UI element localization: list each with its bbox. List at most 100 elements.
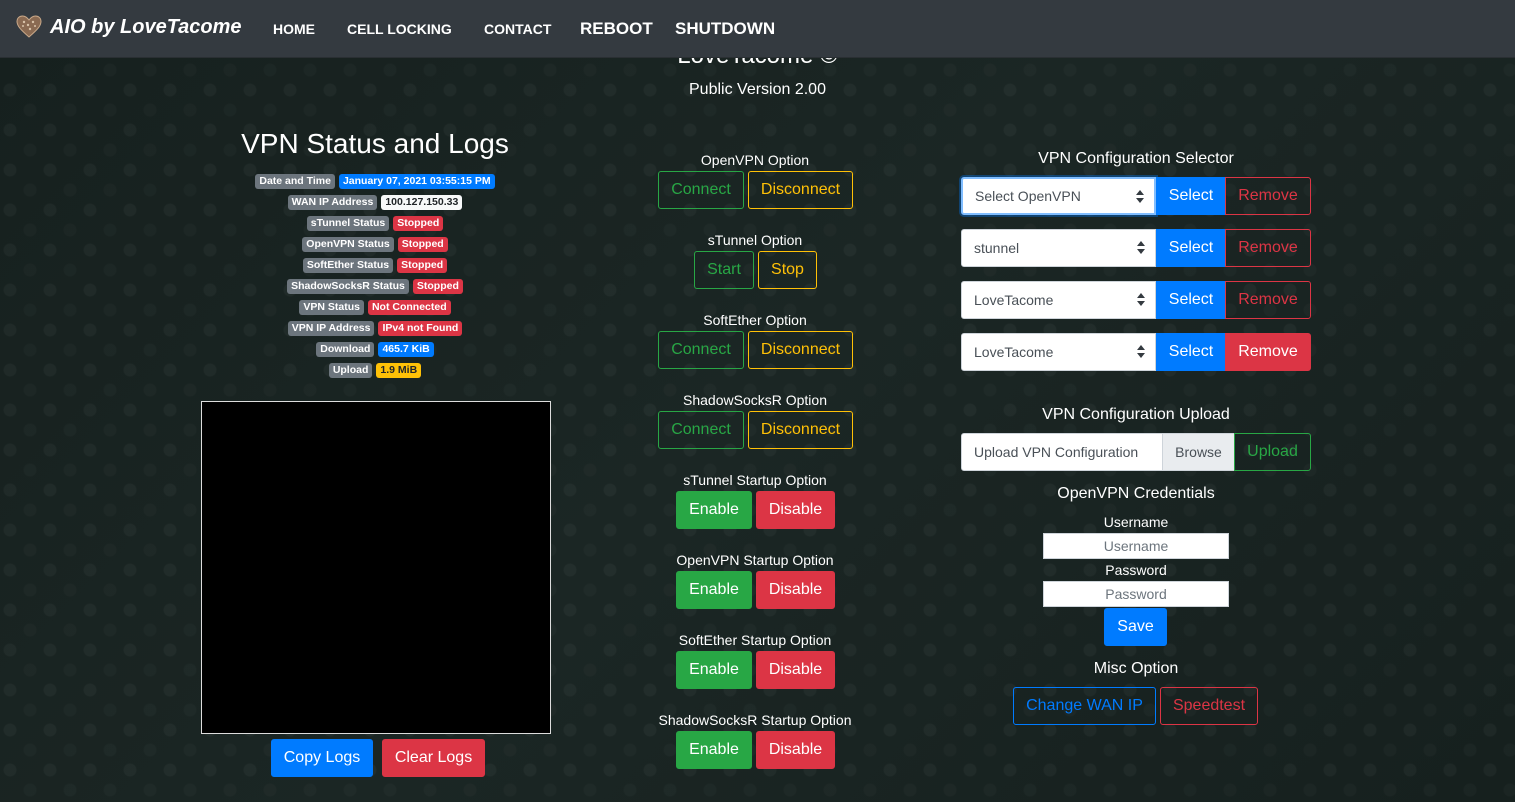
openvpn-startup-disable-button[interactable]: Disable (756, 571, 835, 609)
shadowsocksr-option-label: ShadowSocksR Option (683, 392, 827, 408)
nav-shutdown[interactable]: SHUTDOWN (675, 0, 775, 58)
status-value: 465.7 KiB (378, 342, 434, 357)
openvpn-connect-button[interactable]: Connect (658, 171, 744, 209)
heart-logo-icon (16, 15, 42, 38)
select-shadowsocksr-button[interactable]: Select (1156, 333, 1226, 371)
speedtest-button[interactable]: Speedtest (1160, 687, 1258, 725)
status-value: 100.127.150.33 (381, 195, 463, 210)
log-textarea[interactable] (201, 401, 551, 734)
status-row-softether: SoftEther Status Stopped (200, 258, 550, 273)
select-value: LoveTacome (974, 344, 1054, 360)
status-label: Date and Time (255, 174, 335, 189)
config-select-shadowsocksr[interactable]: LoveTacome (961, 333, 1156, 371)
shadowsocksr-connect-button[interactable]: Connect (658, 411, 744, 449)
select-value: LoveTacome (974, 292, 1054, 308)
password-label: Password (1105, 562, 1167, 578)
openvpn-disconnect-button[interactable]: Disconnect (748, 171, 853, 209)
config-select-openvpn[interactable]: Select OpenVPN (961, 177, 1156, 215)
copy-logs-button[interactable]: Copy Logs (271, 739, 373, 777)
openvpn-startup-enable-button[interactable]: Enable (676, 571, 752, 609)
softether-startup-disable-button[interactable]: Disable (756, 651, 835, 689)
status-label: VPN IP Address (287, 321, 375, 336)
shadowsocksr-disconnect-button[interactable]: Disconnect (748, 411, 853, 449)
select-caret-icon (1137, 345, 1145, 359)
stunnel-stop-button[interactable]: Stop (758, 251, 817, 289)
save-credentials-button[interactable]: Save (1104, 608, 1167, 646)
upload-file-input[interactable]: Upload VPN Configuration Browse (961, 433, 1235, 471)
status-label: VPN Status (299, 300, 364, 315)
status-value: Stopped (397, 237, 448, 252)
openvpn-startup-label: OpenVPN Startup Option (676, 552, 834, 568)
softether-startup-label: SoftEther Startup Option (678, 632, 832, 648)
status-row-download: Download 465.7 KiB (200, 342, 550, 357)
config-select-stunnel[interactable]: stunnel (961, 229, 1156, 267)
softether-disconnect-button[interactable]: Disconnect (748, 331, 853, 369)
status-label: sTunnel Status (306, 216, 390, 231)
username-label: Username (1103, 514, 1169, 530)
select-value: Select OpenVPN (975, 188, 1081, 204)
status-row-shadowsocksr: ShadowSocksR Status Stopped (200, 279, 550, 294)
nav-home[interactable]: HOME (273, 0, 315, 58)
status-label: ShadowSocksR Status (287, 279, 409, 294)
stunnel-start-button[interactable]: Start (694, 251, 754, 289)
brand[interactable]: AIO by LoveTacome (16, 15, 242, 39)
status-row-wan-ip: WAN IP Address 100.127.150.33 (200, 195, 550, 210)
shadowsocksr-startup-label: ShadowSocksR Startup Option (658, 712, 852, 728)
nav-cell-locking[interactable]: CELL LOCKING (347, 0, 452, 58)
select-caret-icon (1137, 241, 1145, 255)
select-value: stunnel (974, 240, 1020, 256)
softether-startup-enable-button[interactable]: Enable (676, 651, 752, 689)
status-value: Stopped (412, 279, 463, 294)
openvpn-option-label: OpenVPN Option (700, 152, 810, 168)
config-selector-title: VPN Configuration Selector (1038, 150, 1234, 167)
status-value: January 07, 2021 03:55:15 PM (338, 174, 495, 189)
stunnel-option-label: sTunnel Option (707, 232, 803, 248)
remove-stunnel-button[interactable]: Remove (1225, 229, 1311, 267)
status-value: Not Connected (367, 300, 451, 315)
browse-button[interactable]: Browse (1162, 434, 1234, 470)
softether-option-label: SoftEther Option (703, 312, 807, 328)
config-select-softether[interactable]: LoveTacome (961, 281, 1156, 319)
status-label: SoftEther Status (302, 258, 394, 273)
version-text: Public Version 2.00 (689, 81, 826, 98)
remove-openvpn-button[interactable]: Remove (1225, 177, 1311, 215)
status-label: OpenVPN Status (302, 237, 394, 252)
softether-connect-button[interactable]: Connect (658, 331, 744, 369)
status-value: IPv4 not Found (378, 321, 463, 336)
status-row-upload: Upload 1.9 MiB (200, 363, 550, 378)
change-wan-ip-button[interactable]: Change WAN IP (1013, 687, 1156, 725)
nav-contact[interactable]: CONTACT (484, 0, 551, 58)
clear-logs-button[interactable]: Clear Logs (382, 739, 485, 777)
username-input[interactable] (1043, 533, 1229, 559)
status-title: VPN Status and Logs (241, 128, 509, 159)
upload-button[interactable]: Upload (1234, 433, 1311, 471)
nav-reboot[interactable]: REBOOT (580, 0, 653, 58)
stunnel-startup-enable-button[interactable]: Enable (676, 491, 752, 529)
stunnel-startup-disable-button[interactable]: Disable (756, 491, 835, 529)
status-row-datetime: Date and Time January 07, 2021 03:55:15 … (200, 174, 550, 189)
status-value: 1.9 MiB (376, 363, 422, 378)
select-softether-button[interactable]: Select (1156, 281, 1226, 319)
select-caret-icon (1136, 190, 1144, 204)
navbar: AIO by LoveTacome HOME CELL LOCKING CONT… (0, 0, 1515, 58)
status-label: Download (316, 342, 375, 357)
select-openvpn-button[interactable]: Select (1156, 177, 1226, 215)
remove-softether-button[interactable]: Remove (1225, 281, 1311, 319)
upload-file-label: Upload VPN Configuration (974, 444, 1139, 460)
status-label: WAN IP Address (287, 195, 378, 210)
credentials-title: OpenVPN Credentials (1057, 485, 1215, 502)
shadowsocksr-startup-disable-button[interactable]: Disable (756, 731, 835, 769)
status-row-vpn: VPN Status Not Connected (200, 300, 550, 315)
password-input[interactable] (1043, 581, 1229, 607)
status-value: Stopped (397, 258, 448, 273)
status-row-vpn-ip: VPN IP Address IPv4 not Found (200, 321, 550, 336)
stunnel-startup-label: sTunnel Startup Option (683, 472, 827, 488)
remove-shadowsocksr-button[interactable]: Remove (1225, 333, 1311, 371)
misc-title: Misc Option (1093, 660, 1179, 677)
select-stunnel-button[interactable]: Select (1156, 229, 1226, 267)
status-value: Stopped (393, 216, 444, 231)
status-label: Upload (328, 363, 373, 378)
shadowsocksr-startup-enable-button[interactable]: Enable (676, 731, 752, 769)
status-row-stunnel: sTunnel Status Stopped (200, 216, 550, 231)
select-caret-icon (1137, 293, 1145, 307)
